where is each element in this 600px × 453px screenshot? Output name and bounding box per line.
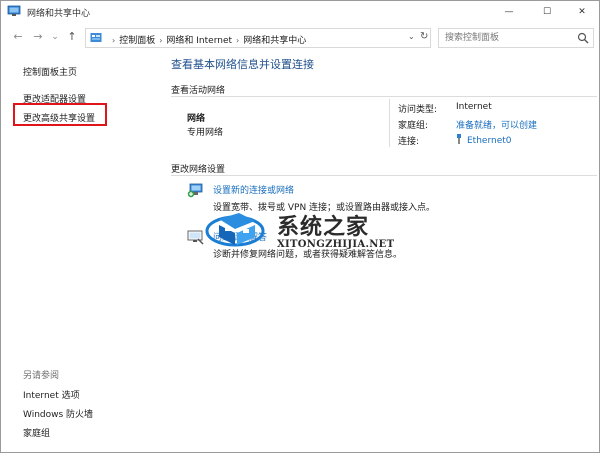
watermark-logo-icon [205,213,265,247]
breadcrumb-network-sharing-center[interactable]: 网络和共享中心 [243,36,306,46]
address-bar[interactable]: › 控制面板 › 网络和 Internet › 网络和共享中心 ⌄ ↻ [85,28,431,48]
section-divider [171,175,597,176]
watermark-chinese-text: 系统之家 [277,215,370,240]
connections-label: 连接: [398,137,420,147]
maximize-icon: ☐ [542,7,552,17]
breadcrumb-control-panel[interactable]: 控制面板 [119,36,155,46]
network-category[interactable]: 专用网络 [187,125,223,138]
watermark-site-url: XITONGZHIJIA.NET [277,239,395,250]
access-type-label: 访问类型: [398,105,438,115]
breadcrumb-separator: › [159,36,163,45]
breadcrumb-separator: › [112,36,116,45]
back-button[interactable]: ← [11,29,25,45]
address-dropdown-button[interactable]: ⌄ [408,32,415,41]
close-button[interactable]: ✕ [564,1,600,23]
search-icon[interactable] [577,32,589,44]
breadcrumb: › 控制面板 › 网络和 Internet › 网络和共享中心 [108,33,306,46]
site-watermark: 系统之家 XITONGZHIJIA.NET [205,201,411,261]
active-networks-heading: 查看活动网络 [171,86,226,96]
refresh-button[interactable]: ↻ [420,31,428,42]
see-also-heading: 另请参阅 [23,371,60,381]
ethernet-icon [457,134,461,144]
homegroup-value-link[interactable]: 准备就绪，可以创建 [456,118,537,131]
breadcrumb-separator: › [236,36,240,45]
page-title: 查看基本网络信息并设置连接 [171,58,314,71]
connection-link[interactable]: Ethernet0 [456,134,512,146]
vertical-divider [389,99,390,147]
minimize-icon: — [504,7,514,17]
highlight-box [13,103,107,126]
control-panel-icon [90,33,102,42]
title-bar: 网络和共享中心 — ☐ ✕ [1,1,599,23]
change-settings-heading: 更改网络设置 [171,165,226,175]
search-box[interactable] [438,28,594,48]
access-type-value: Internet [456,102,492,112]
control-panel-home-link[interactable]: 控制面板主页 [23,65,77,78]
search-input[interactable] [439,29,575,47]
navigation-bar: ← → ⌄ ↑ › 控制面板 › 网络和 Internet › 网络和共享中心 ⌄ ↻ [1,27,599,49]
internet-options-link[interactable]: Internet 选项 [23,388,80,401]
new-connection-icon [187,183,203,198]
control-panel-window: 网络和共享中心 — ☐ ✕ ← → ⌄ ↑ › 控制面板 › 网络和 Internet… [0,0,600,453]
window-title: 网络和共享中心 [27,9,91,19]
close-icon: ✕ [578,7,586,17]
troubleshoot-icon [187,230,204,245]
breadcrumb-network-internet[interactable]: 网络和 Internet [166,36,232,46]
minimize-button[interactable]: — [491,1,527,23]
homegroup-link[interactable]: 家庭组 [23,426,50,439]
up-button[interactable]: ↑ [65,29,79,45]
homegroup-label: 家庭组: [398,121,429,131]
forward-button[interactable]: → [31,29,45,45]
connection-name: Ethernet0 [467,136,512,146]
section-divider [171,96,597,97]
network-name: 网络 [187,114,206,124]
windows-firewall-link[interactable]: Windows 防火墙 [23,407,93,420]
maximize-button[interactable]: ☐ [529,1,565,23]
recent-locations-button[interactable]: ⌄ [48,29,62,45]
network-center-icon [7,5,21,16]
setup-new-connection-link[interactable]: 设置新的连接或网络 [213,183,294,196]
